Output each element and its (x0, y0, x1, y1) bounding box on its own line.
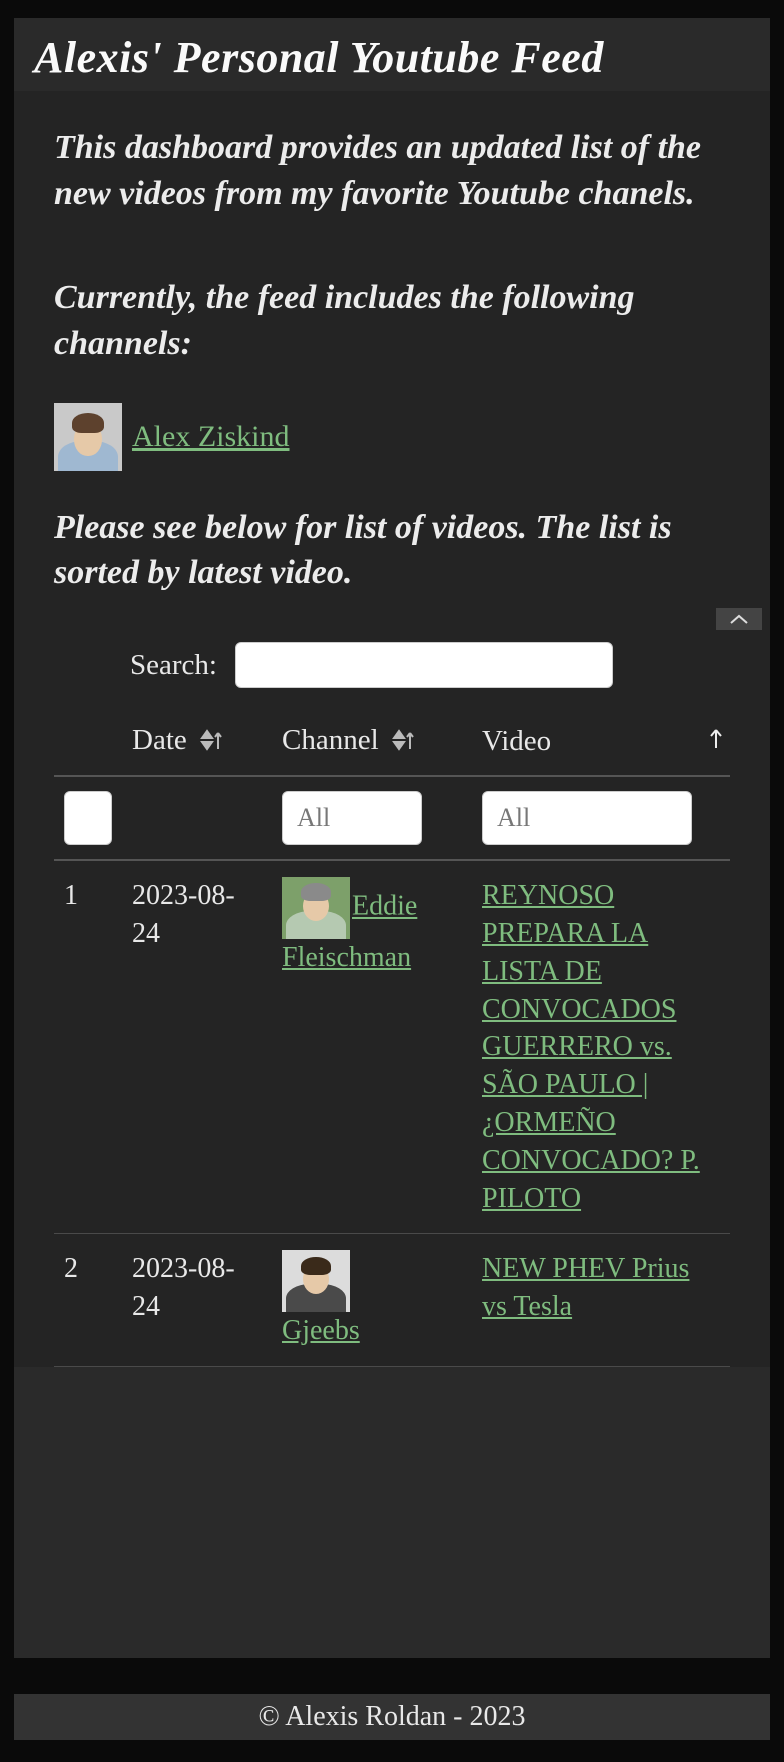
filter-input-num[interactable] (64, 791, 112, 845)
cell-channel: Gjeebs (272, 1234, 472, 1367)
col-header-date[interactable]: Date (122, 710, 272, 776)
channel-avatar (282, 1250, 350, 1312)
col-header-video[interactable]: Video (472, 710, 730, 776)
table-row: 2 2023-08-24 Gjeebs NEW PHEV Prius vs Te… (54, 1234, 730, 1367)
channel-avatar (54, 403, 122, 471)
cell-date: 2023-08-24 (122, 860, 272, 1234)
page-title: Alexis' Personal Youtube Feed (14, 18, 770, 91)
sort-icon (200, 726, 228, 759)
cell-video: NEW PHEV Prius vs Tesla (472, 1234, 730, 1367)
sort-icon (392, 726, 420, 759)
table-header-row: Date Channel Video (54, 710, 730, 776)
col-header-video-label: Video (482, 725, 551, 757)
video-link[interactable]: REYNOSO PREPARA LA LISTA DE CONVOCADOS G… (482, 880, 700, 1213)
video-link[interactable]: NEW PHEV Prius vs Tesla (482, 1253, 689, 1322)
content-area: This dashboard provides an updated list … (14, 91, 770, 1367)
col-header-num[interactable] (54, 710, 122, 776)
intro-text: This dashboard provides an updated list … (54, 125, 730, 217)
cell-video: REYNOSO PREPARA LA LISTA DE CONVOCADOS G… (472, 860, 730, 1234)
col-header-channel-label: Channel (282, 724, 379, 756)
channels-heading: Currently, the feed includes the followi… (54, 275, 730, 367)
channel-link[interactable]: Gjeebs (282, 1315, 360, 1346)
filter-cell-date (122, 776, 272, 860)
filter-cell-channel (272, 776, 472, 860)
table-row: 1 2023-08-24 Eddie Fleischman REYNOSO PR… (54, 860, 730, 1234)
filter-cell-video (472, 776, 730, 860)
page-frame: Alexis' Personal Youtube Feed This dashb… (14, 18, 770, 1658)
list-heading: Please see below for list of videos. The… (54, 505, 730, 597)
cell-num: 1 (54, 860, 122, 1234)
channel-list-item: Alex Ziskind (54, 403, 730, 471)
filter-cell-num (54, 776, 122, 860)
channel-link[interactable]: Alex Ziskind (132, 420, 290, 454)
search-label: Search: (130, 649, 217, 682)
col-header-channel[interactable]: Channel (272, 710, 472, 776)
cell-date: 2023-08-24 (122, 1234, 272, 1367)
channel-avatar (282, 877, 350, 939)
scroll-to-top-button[interactable] (716, 608, 762, 630)
cell-channel: Eddie Fleischman (272, 860, 472, 1234)
chevron-up-icon (729, 613, 749, 625)
search-row: Search: (54, 642, 730, 688)
video-table: Date Channel Video (54, 710, 730, 1367)
filter-input-channel[interactable] (282, 791, 422, 845)
table-filter-row (54, 776, 730, 860)
filter-input-video[interactable] (482, 791, 692, 845)
col-header-date-label: Date (132, 724, 187, 756)
sort-up-icon (708, 725, 724, 758)
cell-num: 2 (54, 1234, 122, 1367)
footer-text: © Alexis Roldan - 2023 (258, 1701, 525, 1733)
search-input[interactable] (235, 642, 613, 688)
footer: © Alexis Roldan - 2023 (14, 1694, 770, 1740)
